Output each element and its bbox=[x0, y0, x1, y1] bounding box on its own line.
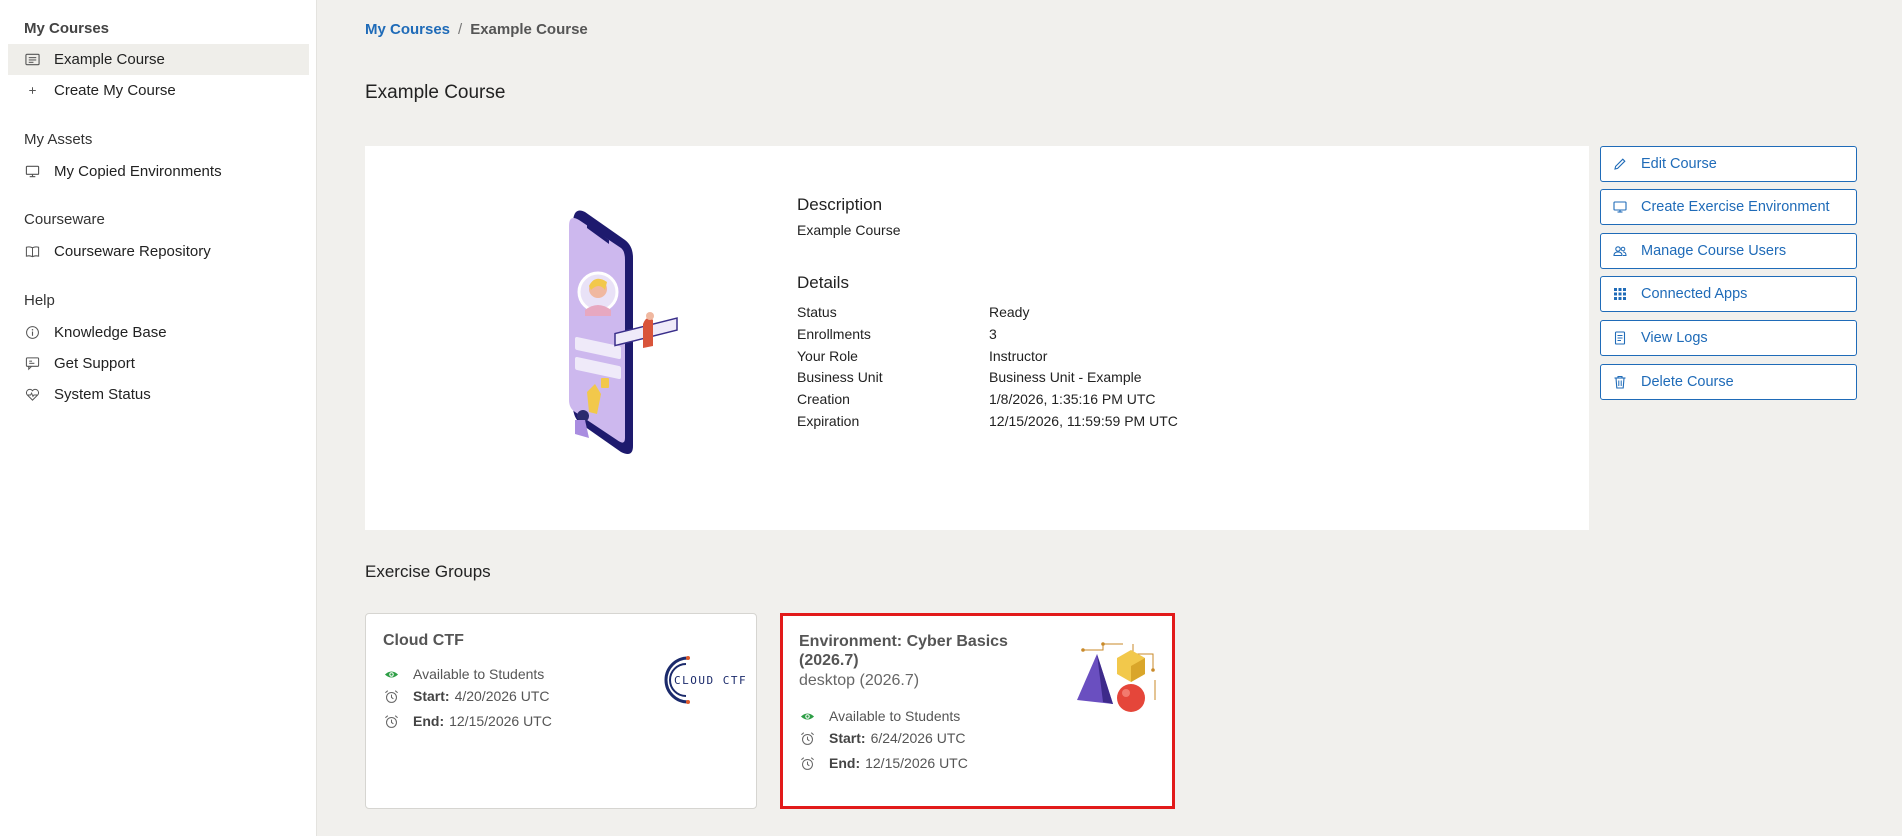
info-icon bbox=[24, 325, 40, 341]
start-label: Start: bbox=[829, 730, 866, 746]
detail-value: 3 bbox=[989, 326, 997, 342]
availability-text: Available to Students bbox=[413, 666, 545, 682]
grid-icon bbox=[1613, 287, 1627, 301]
sidebar-item-label: Example Course bbox=[54, 51, 165, 68]
edit-course-button[interactable]: Edit Course bbox=[1600, 146, 1857, 182]
book-icon bbox=[24, 244, 40, 260]
sidebar-item-example-course[interactable]: Example Course bbox=[8, 44, 309, 75]
detail-label: Your Role bbox=[797, 348, 858, 364]
start-row: Start: 4/20/2026 UTC bbox=[383, 688, 550, 704]
sidebar-item-create-my-course[interactable]: Create My Course bbox=[8, 75, 309, 106]
sidebar-item-label: Get Support bbox=[54, 355, 135, 372]
alarm-clock-icon bbox=[383, 688, 399, 704]
eye-icon bbox=[799, 708, 815, 724]
view-logs-label: View Logs bbox=[1641, 330, 1708, 346]
detail-value: Instructor bbox=[989, 348, 1048, 364]
cyber-basics-shapes-icon bbox=[1077, 642, 1156, 712]
detail-label: Expiration bbox=[797, 413, 860, 429]
trash-icon bbox=[1613, 375, 1627, 389]
sidebar: My Courses Example Course Create My Cour… bbox=[0, 0, 317, 836]
card-title: Cloud CTF bbox=[383, 632, 464, 649]
end-date: 12/15/2026 UTC bbox=[449, 713, 552, 729]
start-date: 4/20/2026 UTC bbox=[454, 688, 550, 704]
availability-text: Available to Students bbox=[829, 708, 961, 724]
course-illustration bbox=[569, 210, 678, 454]
start-date: 6/24/2026 UTC bbox=[870, 730, 966, 746]
detail-label: Business Unit bbox=[797, 369, 883, 385]
start-label: Start: bbox=[413, 688, 450, 704]
users-icon bbox=[1613, 244, 1627, 258]
sidebar-item-label: Courseware Repository bbox=[54, 243, 211, 260]
sidebar-heading-help: Help bbox=[24, 292, 55, 309]
description-text: Example Course bbox=[797, 222, 901, 238]
sidebar-item-my-copied-environments[interactable]: My Copied Environments bbox=[8, 156, 309, 187]
plus-icon bbox=[24, 83, 40, 99]
breadcrumb-current: Example Course bbox=[470, 21, 588, 38]
sidebar-item-label: Create My Course bbox=[54, 82, 176, 99]
eye-icon bbox=[383, 666, 399, 682]
delete-course-label: Delete Course bbox=[1641, 374, 1734, 390]
view-logs-button[interactable]: View Logs bbox=[1600, 320, 1857, 356]
card-subtitle: desktop (2026.7) bbox=[799, 672, 920, 689]
sidebar-item-label: Knowledge Base bbox=[54, 324, 167, 341]
end-row: End: 12/15/2026 UTC bbox=[799, 755, 968, 771]
end-label: End: bbox=[413, 713, 445, 729]
card-title-line-2: (2026.7) bbox=[799, 652, 859, 669]
course-info-panel: Description Example Course Details Statu… bbox=[365, 146, 1589, 530]
detail-value: 1/8/2026, 1:35:16 PM UTC bbox=[989, 391, 1156, 407]
description-heading: Description bbox=[797, 195, 883, 214]
manage-course-users-label: Manage Course Users bbox=[1641, 243, 1787, 259]
alarm-clock-icon bbox=[799, 755, 815, 771]
details-heading: Details bbox=[797, 273, 849, 292]
exercise-group-card-cyber-basics[interactable]: Environment: Cyber Basics (2026.7) deskt… bbox=[780, 613, 1175, 809]
sidebar-item-get-support[interactable]: Get Support bbox=[8, 348, 309, 379]
breadcrumb-separator: / bbox=[458, 21, 463, 38]
edit-course-label: Edit Course bbox=[1641, 156, 1717, 172]
manage-course-users-button[interactable]: Manage Course Users bbox=[1600, 233, 1857, 269]
end-date: 12/15/2026 UTC bbox=[865, 755, 968, 771]
create-exercise-environment-label: Create Exercise Environment bbox=[1641, 199, 1830, 215]
detail-value: 12/15/2026, 11:59:59 PM UTC bbox=[989, 413, 1178, 429]
card-title-line-1: Environment: Cyber Basics bbox=[799, 633, 1008, 650]
delete-course-button[interactable]: Delete Course bbox=[1600, 364, 1857, 400]
availability-row: Available to Students bbox=[383, 666, 544, 682]
sidebar-heading-my-courses: My Courses bbox=[24, 20, 110, 37]
breadcrumb-my-courses-link[interactable]: My Courses bbox=[365, 21, 450, 38]
svg-text:CLOUD CTF: CLOUD CTF bbox=[674, 674, 746, 687]
sidebar-item-label: System Status bbox=[54, 386, 151, 403]
connected-apps-label: Connected Apps bbox=[1641, 286, 1748, 302]
create-exercise-environment-button[interactable]: Create Exercise Environment bbox=[1600, 189, 1857, 225]
sidebar-item-system-status[interactable]: System Status bbox=[8, 379, 309, 410]
detail-label: Creation bbox=[797, 391, 850, 407]
cloud-ctf-logo: CLOUD CTF bbox=[664, 656, 746, 704]
sidebar-item-knowledge-base[interactable]: Knowledge Base bbox=[8, 317, 309, 348]
sidebar-heading-my-assets: My Assets bbox=[24, 131, 93, 148]
heartbeat-icon bbox=[24, 387, 40, 403]
availability-row: Available to Students bbox=[799, 708, 960, 724]
page-title: Example Course bbox=[365, 82, 506, 103]
end-row: End: 12/15/2026 UTC bbox=[383, 713, 552, 729]
sidebar-heading-courseware: Courseware bbox=[24, 211, 105, 228]
monitor-icon bbox=[24, 164, 40, 180]
alarm-clock-icon bbox=[799, 730, 815, 746]
exercise-groups-heading: Exercise Groups bbox=[365, 562, 491, 581]
chat-icon bbox=[24, 356, 40, 372]
detail-value: Ready bbox=[989, 304, 1030, 320]
monitor-icon bbox=[1613, 200, 1627, 214]
detail-value: Business Unit - Example bbox=[989, 369, 1142, 385]
connected-apps-button[interactable]: Connected Apps bbox=[1600, 276, 1857, 312]
alarm-clock-icon bbox=[383, 713, 399, 729]
detail-label: Status bbox=[797, 304, 837, 320]
breadcrumb: My Courses / Example Course bbox=[365, 21, 588, 38]
exercise-group-card-cloud-ctf[interactable]: Cloud CTF Available to Students Start: 4/… bbox=[365, 613, 757, 809]
list-icon bbox=[24, 52, 40, 68]
card-title: Environment: Cyber Basics (2026.7) bbox=[799, 632, 1008, 670]
sidebar-item-label: My Copied Environments bbox=[54, 163, 222, 180]
sidebar-item-courseware-repository[interactable]: Courseware Repository bbox=[8, 236, 309, 267]
pencil-icon bbox=[1613, 157, 1627, 171]
document-icon bbox=[1613, 331, 1627, 345]
end-label: End: bbox=[829, 755, 861, 771]
start-row: Start: 6/24/2026 UTC bbox=[799, 730, 966, 746]
detail-label: Enrollments bbox=[797, 326, 871, 342]
